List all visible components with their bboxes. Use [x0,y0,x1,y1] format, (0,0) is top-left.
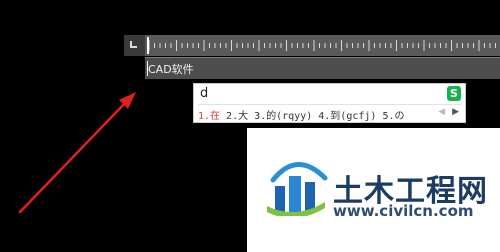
annotation-arrow [18,92,136,214]
